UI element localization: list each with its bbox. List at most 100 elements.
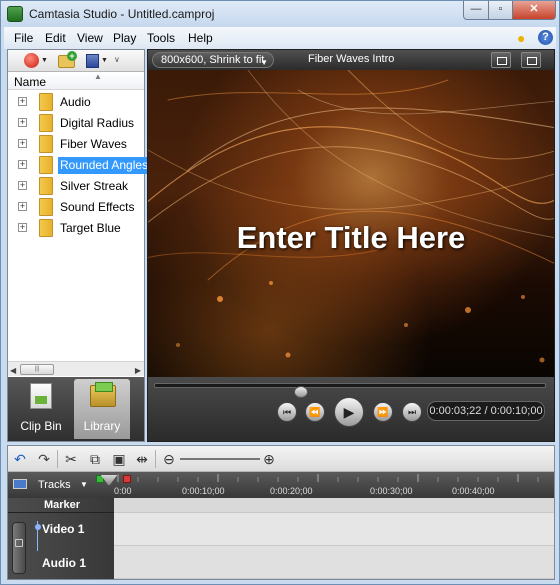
copy-icon[interactable]: ⧉ xyxy=(87,451,103,467)
menu-file[interactable]: File xyxy=(14,31,33,45)
lock-icon[interactable] xyxy=(15,539,23,547)
marker-lane[interactable] xyxy=(114,498,554,513)
library-folder-sound-effects[interactable]: + Sound Effects xyxy=(8,197,144,218)
track-name: Audio 1 xyxy=(42,556,86,570)
ruler-label: 0:00 xyxy=(114,486,132,496)
audio-1-lane[interactable] xyxy=(114,546,554,579)
minimize-button[interactable]: — xyxy=(463,1,489,20)
scroll-left-icon[interactable]: ◀ xyxy=(10,366,16,375)
track-name: Video 1 xyxy=(42,522,85,536)
maximize-button[interactable]: ▫ xyxy=(488,1,513,20)
jump-to-start-icon[interactable]: ⏮ xyxy=(277,402,297,422)
library-folder-target-blue[interactable]: + Target Blue xyxy=(8,218,144,239)
ruler-label: 0:00:40;00 xyxy=(452,486,495,496)
tracks-dropdown-label[interactable]: Tracks xyxy=(38,479,71,491)
seek-thumb[interactable] xyxy=(294,386,308,398)
name-column-label: Name xyxy=(14,75,47,89)
rewind-icon[interactable]: ⏪ xyxy=(305,402,325,422)
tracks-icon[interactable] xyxy=(13,479,27,489)
full-screen-icon[interactable] xyxy=(491,52,511,68)
timeline-toolbar: ↶ ↷ ✂ ⧉ ▣ ⇹ ⊖ ⊕ xyxy=(8,446,554,472)
title-text-overlay[interactable]: Enter Title Here xyxy=(148,220,554,256)
ruler-label: 0:00:20;00 xyxy=(270,486,313,496)
folder-label: Audio xyxy=(60,95,91,109)
toolbar-overflow-icon[interactable]: ∨ xyxy=(114,55,120,71)
produce-dropdown-icon[interactable]: ▼ xyxy=(101,57,108,73)
library-folder-fiber-waves[interactable]: + Fiber Waves xyxy=(8,134,144,155)
fast-forward-icon[interactable]: ⏩ xyxy=(373,402,393,422)
preview-size-dropdown[interactable]: 800x600, Shrink to fit ▼ xyxy=(152,52,274,68)
menu-bar: File Edit View Play Tools Help ● ? xyxy=(4,27,556,49)
play-icon[interactable]: ▶ xyxy=(334,397,364,427)
track-indicator-icon xyxy=(35,524,41,530)
camtasia-app-icon xyxy=(7,6,23,22)
folder-icon xyxy=(39,198,53,216)
library-folder-rounded-angles[interactable]: + Rounded Angles xyxy=(8,155,151,176)
folder-icon xyxy=(39,135,53,153)
marker-track-header[interactable]: Marker xyxy=(8,498,114,513)
timeline-ruler[interactable]: 0:00 0:00:10;00 0:00:20;00 0:00:30;00 0:… xyxy=(114,472,554,498)
track-labels: Marker Video 1 Audio 1 xyxy=(8,498,114,579)
jump-to-end-icon[interactable]: ⏭ xyxy=(402,402,422,422)
library-folder-digital-radius[interactable]: + Digital Radius xyxy=(8,113,144,134)
window-title: Camtasia Studio - Untitled.camproj xyxy=(29,7,215,21)
track-area[interactable] xyxy=(114,498,554,579)
redo-icon[interactable]: ↷ xyxy=(36,451,52,467)
expand-icon[interactable]: + xyxy=(18,202,27,211)
out-point-marker[interactable] xyxy=(123,475,131,483)
menu-play[interactable]: Play xyxy=(113,31,136,45)
menu-edit[interactable]: Edit xyxy=(45,31,66,45)
scroll-right-icon[interactable]: ▶ xyxy=(135,366,141,375)
detach-preview-icon[interactable] xyxy=(521,52,541,68)
library-horizontal-scrollbar[interactable]: ◀ ||| ▶ xyxy=(8,361,144,376)
tracks-chevron-down-icon[interactable]: ▼ xyxy=(80,480,88,489)
close-button[interactable]: ✕ xyxy=(512,1,556,20)
menu-view[interactable]: View xyxy=(77,31,103,45)
scrollbar-thumb[interactable]: ||| xyxy=(20,364,54,375)
chevron-down-icon: ▼ xyxy=(260,58,268,67)
preview-panel: 800x600, Shrink to fit ▼ Fiber Waves Int… xyxy=(147,49,555,442)
scissors-icon[interactable]: ✂ xyxy=(63,451,79,467)
folder-label: Silver Streak xyxy=(60,179,129,193)
help-icon[interactable]: ? xyxy=(538,30,553,45)
lightbulb-icon[interactable]: ● xyxy=(517,30,529,46)
record-dropdown-icon[interactable]: ▼ xyxy=(41,57,48,73)
split-icon[interactable]: ⇹ xyxy=(134,451,150,467)
clip-bin-icon xyxy=(30,383,52,409)
expand-icon[interactable]: + xyxy=(18,139,27,148)
folder-label: Target Blue xyxy=(60,221,121,235)
seek-bar[interactable] xyxy=(154,383,546,398)
expand-icon[interactable]: + xyxy=(18,97,27,106)
undo-icon[interactable]: ↶ xyxy=(12,451,28,467)
name-column-header[interactable]: Name ▲ xyxy=(8,72,144,90)
toolbar-divider xyxy=(57,450,58,468)
import-media-icon[interactable]: + xyxy=(58,51,77,68)
menu-tools[interactable]: Tools xyxy=(147,31,175,45)
expand-icon[interactable]: + xyxy=(18,118,27,127)
sort-ascending-icon: ▲ xyxy=(94,72,102,81)
expand-icon[interactable]: + xyxy=(18,160,27,169)
bin-tabs: Clip Bin Library xyxy=(8,377,144,441)
timeline-zoom-slider[interactable] xyxy=(180,458,260,460)
tab-clip-bin[interactable]: Clip Bin xyxy=(10,379,72,439)
ruler-label: 0:00:10;00 xyxy=(182,486,225,496)
ruler-label: 0:00:30;00 xyxy=(370,486,413,496)
library-panel: ▼ + ▼ ∨ Name ▲ + Audio + Digital Radius … xyxy=(7,49,151,442)
video-preview-canvas[interactable]: Enter Title Here xyxy=(148,70,554,377)
library-folder-audio[interactable]: + Audio xyxy=(8,92,144,113)
zoom-in-icon[interactable]: ⊕ xyxy=(261,451,277,467)
produce-share-icon[interactable] xyxy=(86,54,99,68)
zoom-out-icon[interactable]: ⊖ xyxy=(161,451,177,467)
expand-icon[interactable]: + xyxy=(18,223,27,232)
video-1-lane[interactable] xyxy=(114,513,554,546)
track-lock-bar[interactable] xyxy=(12,522,26,574)
library-folder-silver-streak[interactable]: + Silver Streak xyxy=(8,176,144,197)
expand-icon[interactable]: + xyxy=(18,181,27,190)
record-icon[interactable] xyxy=(24,53,39,68)
marker-track-label: Marker xyxy=(44,499,81,511)
tab-library[interactable]: Library xyxy=(74,379,130,439)
paste-icon[interactable]: ▣ xyxy=(111,451,127,467)
menu-help[interactable]: Help xyxy=(188,31,213,45)
preview-size-value: 800x600, Shrink to fit xyxy=(161,54,265,66)
folder-label: Digital Radius xyxy=(60,116,135,130)
